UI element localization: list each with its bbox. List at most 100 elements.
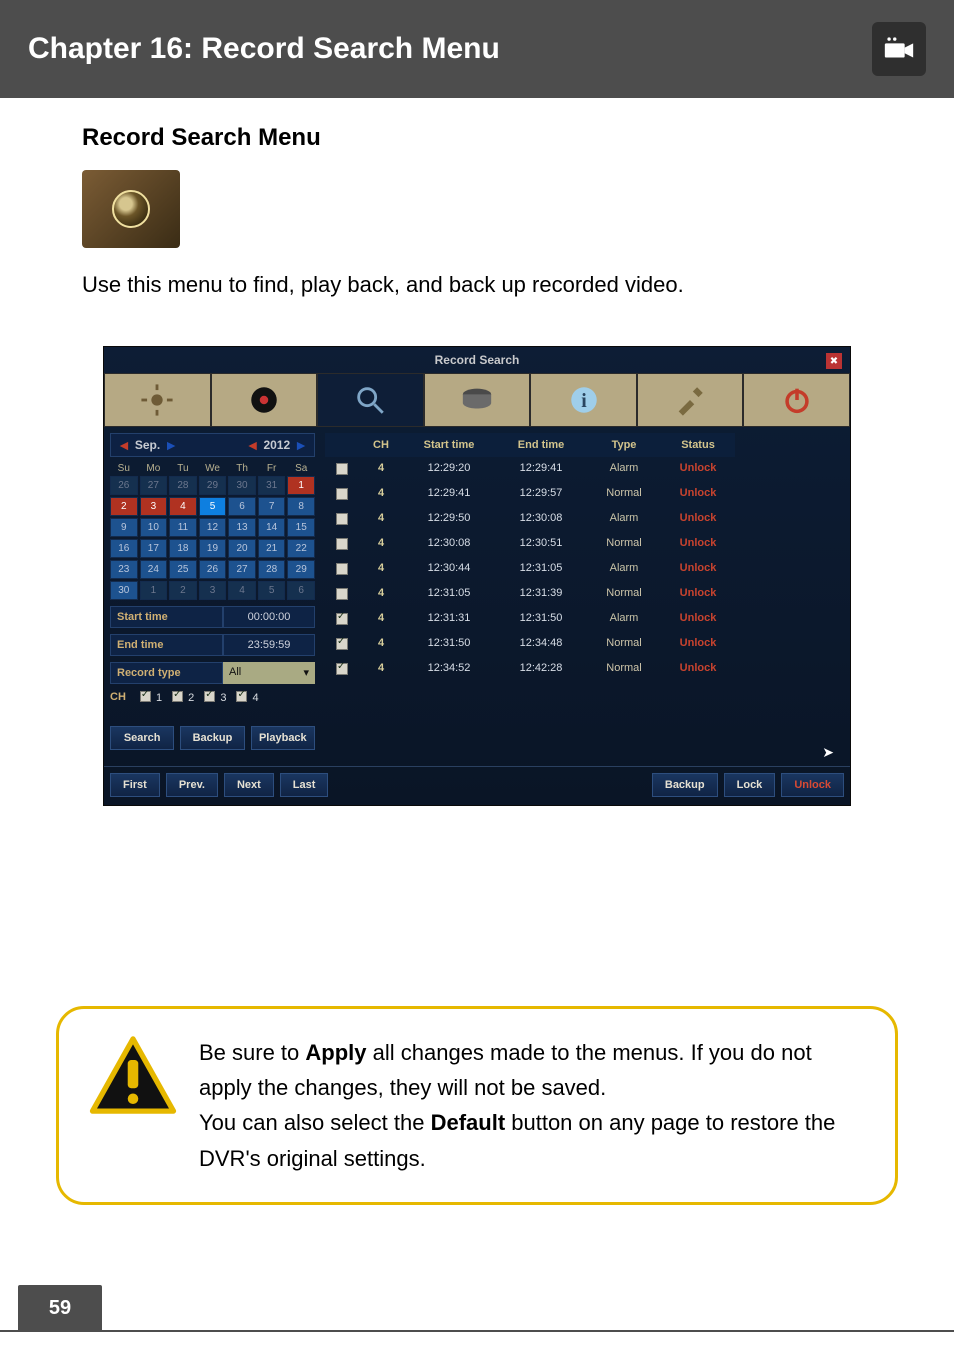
channel-4-checkbox[interactable]: 4	[236, 690, 258, 704]
row-status: Unlock	[661, 557, 735, 582]
footer-backup-button[interactable]: Backup	[652, 773, 718, 797]
calendar-day[interactable]: 25	[169, 560, 197, 579]
calendar-day[interactable]: 9	[110, 518, 138, 537]
row-checkbox[interactable]	[325, 632, 359, 657]
calendar-day[interactable]: 19	[199, 539, 227, 558]
close-icon[interactable]: ✖	[826, 353, 842, 369]
calendar-day[interactable]: 22	[287, 539, 315, 558]
start-time-input[interactable]: 00:00:00	[223, 606, 315, 628]
calendar-day[interactable]: 4	[169, 497, 197, 516]
calendar-day[interactable]: 12	[199, 518, 227, 537]
calendar-day[interactable]: 10	[140, 518, 168, 537]
calendar-day[interactable]: 26	[110, 476, 138, 495]
next-button[interactable]: Next	[224, 773, 274, 797]
record-type-label: Record type	[110, 662, 223, 684]
calendar-day[interactable]: 29	[199, 476, 227, 495]
search-button[interactable]: Search	[110, 726, 174, 750]
calendar-day[interactable]: 4	[228, 581, 256, 600]
calendar-day[interactable]: 23	[110, 560, 138, 579]
record-type-select[interactable]: All▾	[223, 662, 315, 684]
calendar-day[interactable]: 13	[228, 518, 256, 537]
end-time-input[interactable]: 23:59:59	[223, 634, 315, 656]
month-prev-icon[interactable]: ◄	[117, 437, 131, 453]
row-status: Unlock	[661, 607, 735, 632]
calendar-day[interactable]: 5	[258, 581, 286, 600]
row-status: Unlock	[661, 457, 735, 482]
row-checkbox[interactable]	[325, 482, 359, 507]
tab-settings[interactable]	[104, 373, 211, 427]
month-next-icon[interactable]: ►	[164, 437, 178, 453]
row-checkbox[interactable]	[325, 607, 359, 632]
unlock-button[interactable]: Unlock	[781, 773, 844, 797]
row-end: 12:30:08	[495, 507, 587, 532]
year-label: 2012	[263, 438, 290, 452]
row-ch: 4	[359, 557, 403, 582]
calendar-day[interactable]: 8	[287, 497, 315, 516]
calendar-day[interactable]: 26	[199, 560, 227, 579]
calendar-day[interactable]: 14	[258, 518, 286, 537]
row-ch: 4	[359, 532, 403, 557]
tab-info[interactable]: i	[530, 373, 637, 427]
channel-3-checkbox[interactable]: 3	[204, 690, 226, 704]
calendar-day[interactable]: 31	[258, 476, 286, 495]
calendar-day[interactable]: 15	[287, 518, 315, 537]
tab-search[interactable]	[317, 373, 424, 427]
tab-record[interactable]	[211, 373, 318, 427]
calendar-day[interactable]: 3	[140, 497, 168, 516]
row-type: Alarm	[587, 507, 661, 532]
backup-button[interactable]: Backup	[180, 726, 244, 750]
calendar-day[interactable]: 27	[140, 476, 168, 495]
tab-hdd[interactable]	[424, 373, 531, 427]
channel-2-checkbox[interactable]: 2	[172, 690, 194, 704]
calendar-day[interactable]: 28	[169, 476, 197, 495]
calendar-day[interactable]: 6	[228, 497, 256, 516]
calendar-day[interactable]: 11	[169, 518, 197, 537]
calendar-day[interactable]: 21	[258, 539, 286, 558]
end-time-label: End time	[110, 634, 223, 656]
year-next-icon[interactable]: ►	[294, 437, 308, 453]
calendar-day[interactable]: 20	[228, 539, 256, 558]
search-icon	[112, 190, 150, 228]
calendar-day[interactable]: 7	[258, 497, 286, 516]
playback-button[interactable]: Playback	[251, 726, 315, 750]
row-checkbox[interactable]	[325, 582, 359, 607]
first-button[interactable]: First	[110, 773, 160, 797]
calendar-day[interactable]: 3	[199, 581, 227, 600]
year-prev-icon[interactable]: ◄	[246, 437, 260, 453]
row-checkbox[interactable]	[325, 557, 359, 582]
last-button[interactable]: Last	[280, 773, 329, 797]
row-ch: 4	[359, 507, 403, 532]
calendar-day[interactable]: 27	[228, 560, 256, 579]
dow-cell: Fr	[258, 463, 286, 474]
calendar-day[interactable]: 2	[169, 581, 197, 600]
calendar-day[interactable]: 29	[287, 560, 315, 579]
lock-button[interactable]: Lock	[724, 773, 776, 797]
tab-maintenance[interactable]	[637, 373, 744, 427]
calendar-day[interactable]: 2	[110, 497, 138, 516]
calendar-day[interactable]: 17	[140, 539, 168, 558]
calendar-day[interactable]: 16	[110, 539, 138, 558]
calendar-day[interactable]: 30	[110, 581, 138, 600]
calendar-day[interactable]: 6	[287, 581, 315, 600]
calendar-day[interactable]: 1	[140, 581, 168, 600]
channel-1-checkbox[interactable]: 1	[140, 690, 162, 704]
row-checkbox[interactable]	[325, 657, 359, 682]
calendar-day[interactable]: 5	[199, 497, 227, 516]
left-pane: ◄ Sep. ► ◄ 2012 ► SuMoTuWeThFrSa 2627282…	[110, 433, 315, 750]
row-checkbox[interactable]	[325, 532, 359, 557]
prev-button[interactable]: Prev.	[166, 773, 218, 797]
row-checkbox[interactable]	[325, 457, 359, 482]
camera-icon	[872, 22, 926, 76]
tab-power[interactable]	[743, 373, 850, 427]
row-start: 12:31:50	[403, 632, 495, 657]
row-status: Unlock	[661, 482, 735, 507]
calendar-day[interactable]: 18	[169, 539, 197, 558]
calendar-day[interactable]: 24	[140, 560, 168, 579]
calendar-day[interactable]: 1	[287, 476, 315, 495]
thumbnail-image	[82, 170, 180, 248]
channel-label: CH	[110, 691, 126, 703]
row-checkbox[interactable]	[325, 507, 359, 532]
calendar-day[interactable]: 30	[228, 476, 256, 495]
calendar-day[interactable]: 28	[258, 560, 286, 579]
row-status: Unlock	[661, 582, 735, 607]
